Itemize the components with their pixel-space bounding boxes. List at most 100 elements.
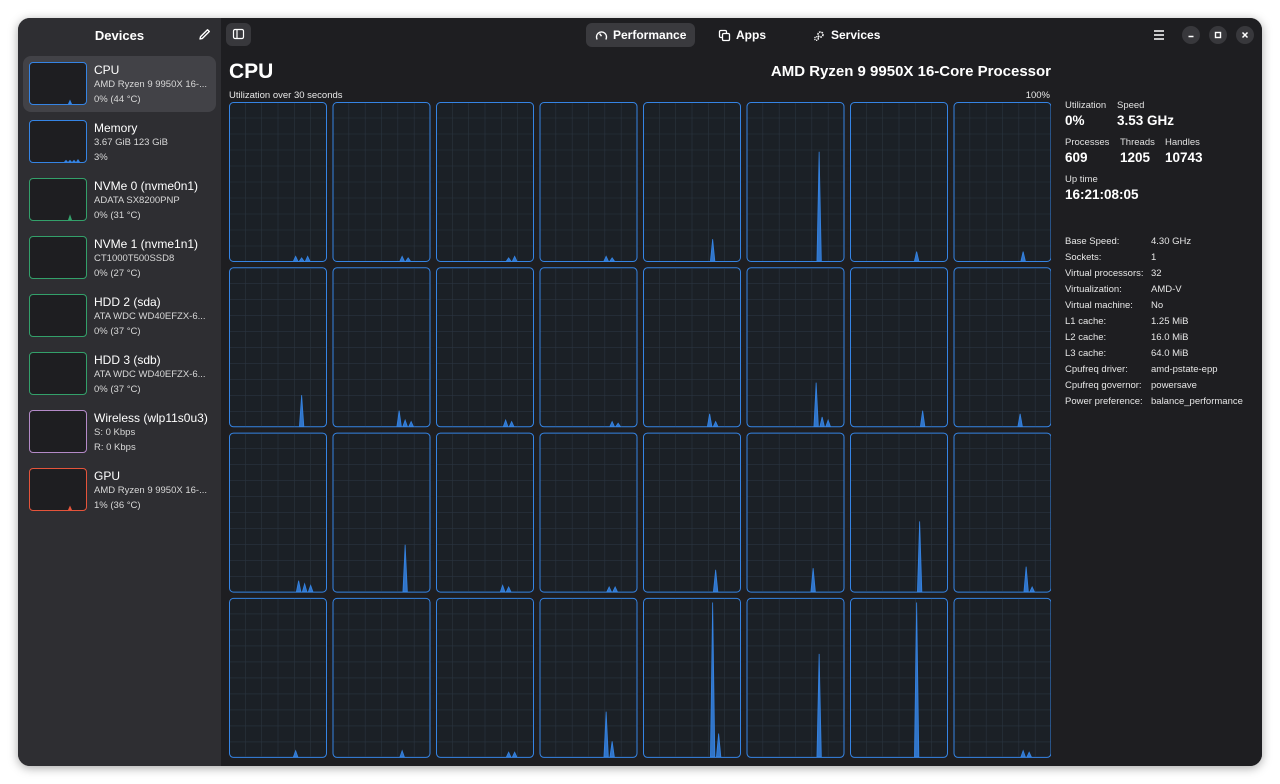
device-name: HDD 2 (sda) [94,295,161,309]
detail-key: L3 cache: [1065,348,1107,359]
sidebar-item-device[interactable]: GPU AMD Ryzen 9 9950X 16-... 1% (36 °C) [23,462,216,518]
device-status: 0% (37 °C) [94,384,141,395]
sidebar-item-device[interactable]: HDD 3 (sdb) ATA WDC WD40EFZX-6... 0% (37 °… [23,346,216,402]
header-bar: Performance Apps Services [221,18,1262,52]
tab-services[interactable]: Services [804,23,889,47]
detail-key: Cpufreq driver: [1065,364,1128,375]
device-name: Memory [94,121,138,135]
device-name: NVMe 0 (nvme0n1) [94,179,199,193]
close-button[interactable] [1236,26,1254,44]
core-graph [539,102,638,262]
utilization-value: 0% [1065,113,1085,128]
hamburger-menu-icon [1154,30,1164,40]
detail-value: No [1151,300,1164,311]
detail-value: AMD-V [1151,284,1182,295]
sidebar-item-device[interactable]: HDD 2 (sda) ATA WDC WD40EFZX-6... 0% (37 °… [23,288,216,344]
detail-value: 4.30 GHz [1151,236,1192,247]
device-status: 0% (37 °C) [94,326,141,337]
sidebar-item-device[interactable]: CPU AMD Ryzen 9 9950X 16-... 0% (44 °C) [23,56,216,112]
processor-name: AMD Ryzen 9 9950X 16-Core Processor [770,63,1051,80]
detail-key: Sockets: [1065,252,1102,263]
speed-label: Speed [1117,100,1145,111]
tab-apps-label: Apps [736,28,766,42]
speed-value: 3.53 GHz [1117,113,1175,128]
core-graph [850,267,948,428]
core-graph [643,267,741,428]
device-usage-spike [76,158,80,162]
maximize-button[interactable] [1209,26,1227,44]
detail-key: Virtual processors: [1065,268,1144,279]
core-graph [229,597,327,758]
core-graph [953,432,1051,593]
detail-value: 1.25 MiB [1151,316,1189,327]
handles-value: 10743 [1165,150,1203,165]
device-status: 1% (36 °C) [94,500,141,511]
pencil-icon[interactable] [196,26,214,44]
tab-apps[interactable]: Apps [709,23,775,47]
sidebar-item-device[interactable]: Wireless (wlp11s0u3) S: 0 Kbps R: 0 Kbps [23,404,216,460]
device-thumbnail-graph [29,294,87,337]
threads-label: Threads [1120,137,1155,148]
detail-value: 16.0 MiB [1151,332,1189,343]
detail-key: L1 cache: [1065,316,1107,327]
sidebar-item-device[interactable]: NVMe 0 (nvme0n1) ADATA SX8200PNP 0% (31 °C… [23,172,216,228]
sidebar-title: Devices [94,28,145,43]
detail-value: 1 [1151,252,1157,263]
core-graph [746,267,845,428]
tab-performance[interactable]: Performance [586,23,696,47]
core-graph [332,597,431,758]
sidebar-toggle-icon [232,28,245,40]
gauge-icon [595,30,608,40]
core-graph [539,267,638,428]
core-usage-graphs [229,102,1051,758]
device-status: R: 0 Kbps [94,442,136,453]
uptime-value: 16:21:08:05 [1065,187,1139,202]
gear-icon [814,30,824,41]
graph-max-label: 100% [1025,90,1050,101]
handles-label: Handles [1165,137,1200,148]
core-graph [953,597,1051,758]
device-detail: ADATA SX8200PNP [94,195,180,206]
threads-value: 1205 [1120,150,1151,165]
minimize-button[interactable] [1182,26,1200,44]
device-name: Wireless (wlp11s0u3) [94,411,208,425]
detail-key: Power preference: [1065,396,1143,407]
core-graph [850,102,948,262]
detail-value: amd-pstate-epp [1151,364,1218,375]
device-detail: AMD Ryzen 9 9950X 16-... [94,485,207,496]
core-graph [746,102,845,262]
device-thumbnail-graph [29,62,87,105]
core-graph [953,267,1051,428]
core-graph [332,102,431,262]
detail-key: L2 cache: [1065,332,1107,343]
graph-caption: Utilization over 30 seconds [229,90,343,101]
device-detail: CT1000T500SSD8 [94,253,175,264]
sidebar-toggle-button[interactable] [226,23,251,46]
device-status: 3% [94,152,108,163]
device-name: GPU [94,469,121,483]
core-graph [643,102,741,262]
page-title: CPU [229,60,274,83]
devices-sidebar: Devices CPU AMD Ryzen 9 9950X 16-... 0% (4… [18,18,221,766]
sidebar-item-device[interactable]: Memory 3.67 GiB 123 GiB 3% [23,114,216,170]
device-name: HDD 3 (sdb) [94,353,161,367]
device-thumbnail-graph [29,468,87,511]
device-status: 0% (27 °C) [94,268,141,279]
core-graph [332,267,431,428]
core-graph [436,597,534,758]
device-list: CPU AMD Ryzen 9 9950X 16-... 0% (44 °C) Mem… [18,56,221,520]
core-graph [850,597,948,758]
core-graph [539,432,638,593]
device-thumbnail-graph [29,178,87,221]
main-menu-button[interactable] [1150,26,1168,44]
maximize-icon [1214,31,1222,39]
processes-label: Processes [1065,137,1110,148]
device-usage-spike [72,159,76,162]
sidebar-item-device[interactable]: NVMe 1 (nvme1n1) CT1000T500SSD8 0% (27 °C) [23,230,216,286]
device-status: 0% (44 °C) [94,94,141,105]
utilization-label: Utilization [1065,100,1107,111]
device-detail: ATA WDC WD40EFZX-6... [94,369,206,380]
device-detail: ATA WDC WD40EFZX-6... [94,311,206,322]
close-icon [1241,31,1249,39]
detail-value: powersave [1151,380,1197,391]
